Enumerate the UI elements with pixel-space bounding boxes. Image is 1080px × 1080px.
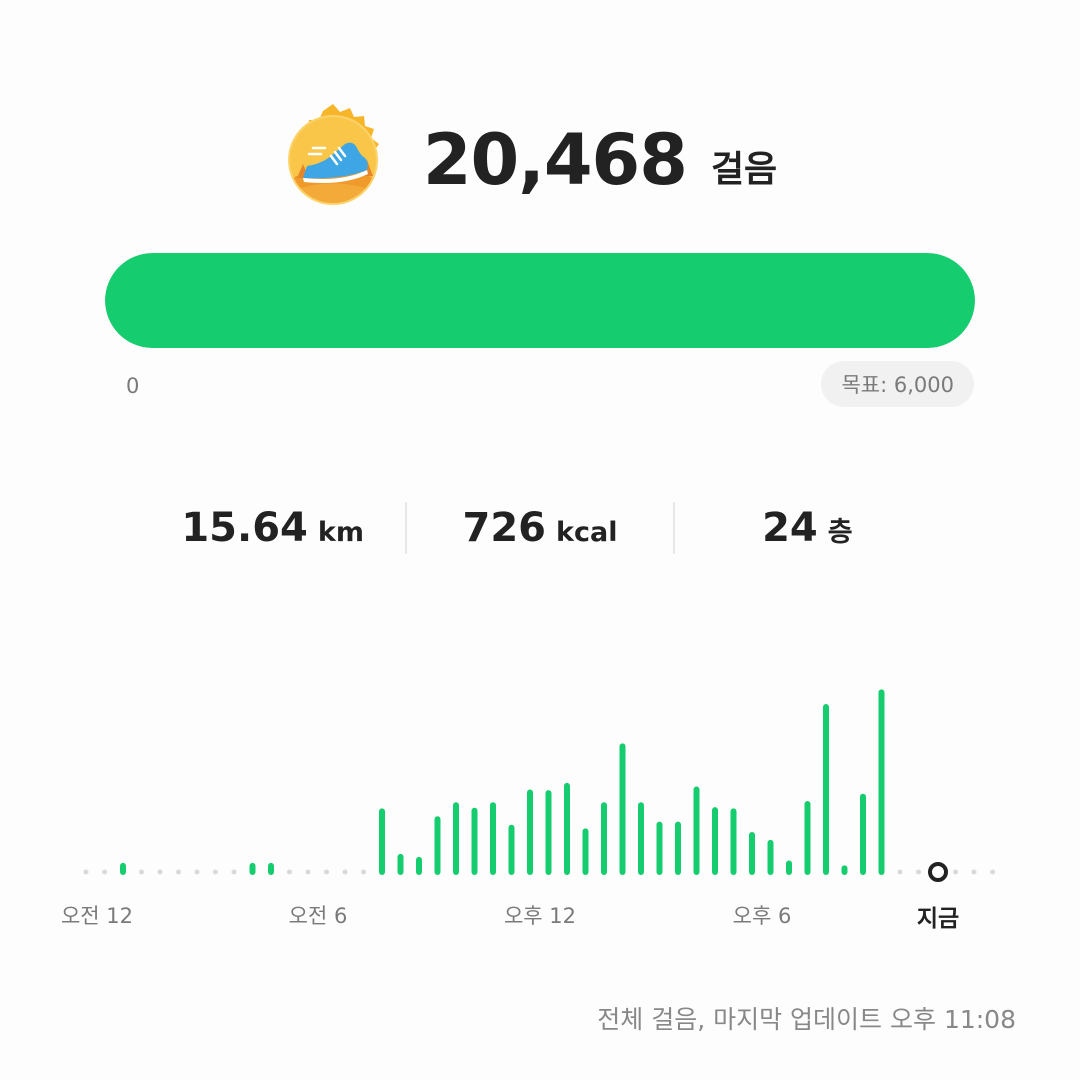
chart-grid-dot bbox=[194, 869, 200, 875]
x-tick-label: 오전 12 bbox=[60, 904, 134, 928]
chart-grid-dot bbox=[916, 869, 921, 875]
stats-row: 15.64 km 726 kcal 24 층 bbox=[140, 500, 940, 556]
distance-unit: km bbox=[317, 517, 364, 548]
floors-unit: 층 bbox=[827, 517, 853, 548]
distance-stat: 15.64 km bbox=[140, 505, 405, 551]
calories-value: 726 bbox=[462, 505, 547, 551]
chart-grid-dot bbox=[287, 869, 292, 875]
chart-grid-dot bbox=[971, 869, 977, 875]
chart-grid-dot bbox=[990, 869, 995, 875]
step-unit: 걸음 bbox=[710, 149, 778, 190]
distance-value: 15.64 bbox=[181, 505, 308, 551]
hourly-steps-chart[interactable] bbox=[0, 640, 1080, 900]
last-updated-text: 전체 걸음, 마지막 업데이트 오후 11:08 bbox=[597, 1005, 1016, 1034]
x-tick-label: 지금 bbox=[916, 906, 960, 932]
x-tick-label: 오전 6 bbox=[288, 904, 348, 928]
x-tick-label: 오후 6 bbox=[732, 904, 792, 928]
sneaker-badge-icon bbox=[287, 104, 379, 205]
chart-grid-dot bbox=[324, 869, 329, 875]
goal-label: 목표: 6,000 bbox=[841, 373, 954, 397]
floors-value: 24 bbox=[762, 505, 818, 551]
chart-grid-dot bbox=[305, 869, 311, 875]
chart-grid-dot bbox=[157, 869, 163, 875]
chart-grid-dot bbox=[897, 869, 903, 875]
step-count: 20,468 bbox=[422, 119, 688, 201]
chart-grid-dot bbox=[139, 869, 144, 875]
now-marker bbox=[928, 862, 948, 882]
progress-min-label: 0 bbox=[126, 374, 140, 398]
floors-stat: 24 층 bbox=[675, 505, 940, 551]
chart-grid-dot bbox=[176, 869, 181, 875]
goal-badge[interactable]: 목표: 6,000 bbox=[821, 361, 974, 407]
chart-grid-dot bbox=[83, 869, 89, 875]
chart-grid-dot bbox=[361, 869, 366, 875]
chart-grid-dot bbox=[953, 869, 958, 875]
calories-stat: 726 kcal bbox=[407, 505, 672, 551]
chart-grid-dot bbox=[213, 869, 218, 875]
step-progress-bar bbox=[105, 253, 975, 348]
calories-unit: kcal bbox=[556, 517, 618, 548]
step-progress-fill bbox=[105, 253, 975, 348]
steps-screen: 20,468 걸음 0 목표: 6,000 15.64 km 726 kcal 24… bbox=[0, 0, 1080, 1080]
chart-grid-dot bbox=[342, 869, 348, 875]
steps-header: 20,468 걸음 bbox=[0, 100, 1080, 220]
chart-grid-dot bbox=[231, 869, 237, 875]
chart-grid-dot bbox=[102, 869, 107, 875]
x-tick-label: 오후 12 bbox=[503, 904, 577, 928]
